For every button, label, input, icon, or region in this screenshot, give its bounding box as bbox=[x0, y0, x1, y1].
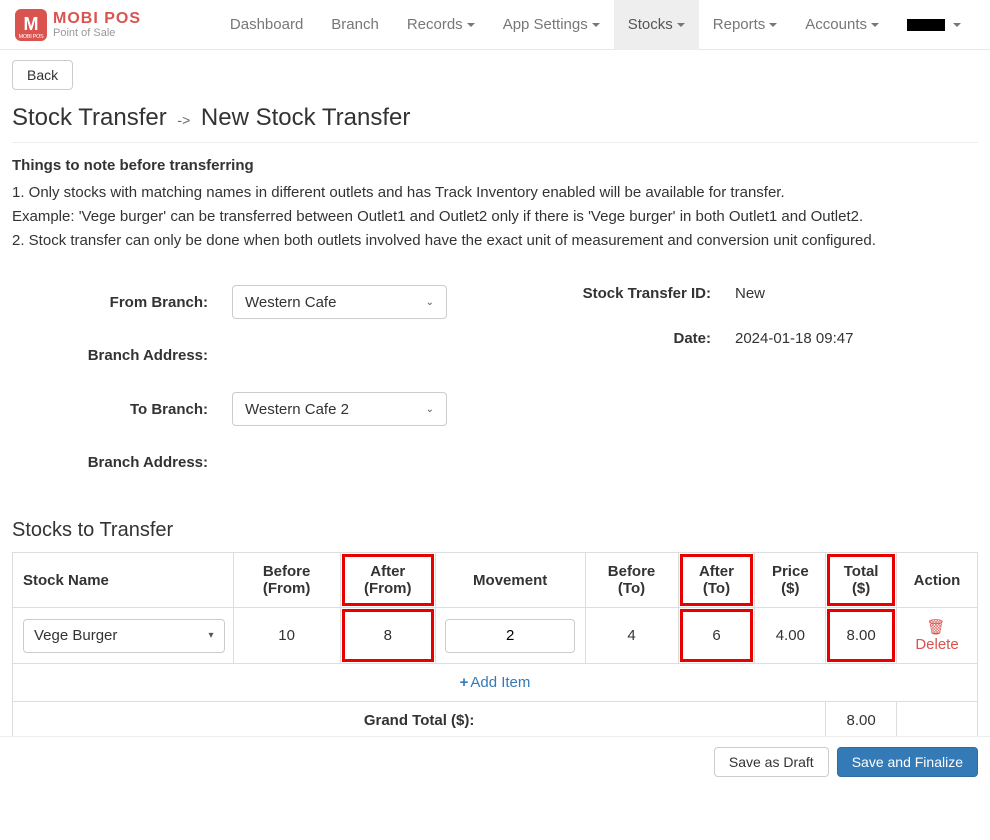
date-label: Date: bbox=[495, 330, 735, 347]
from-branch-label: From Branch: bbox=[12, 294, 232, 311]
breadcrumb[interactable]: Stock Transfer bbox=[12, 104, 167, 131]
to-branch-select[interactable]: Western Cafe 2 ⌄ bbox=[232, 392, 447, 426]
note-example: Example: 'Vege burger' can be transferre… bbox=[12, 206, 978, 227]
cell-total: 8.00 bbox=[826, 608, 897, 664]
chevron-down-icon bbox=[677, 23, 685, 27]
col-action: Action bbox=[897, 553, 978, 608]
back-button[interactable]: Back bbox=[12, 60, 73, 90]
plus-icon: + bbox=[460, 674, 469, 691]
logo[interactable]: M MOBI POS MOBI POS Point of Sale bbox=[15, 9, 141, 41]
grand-total-value: 8.00 bbox=[826, 702, 897, 740]
col-total: Total ($) bbox=[826, 553, 897, 608]
table-row: Vege Burger ▾ 10 8 4 6 4.00 8.00 🗑Delete bbox=[13, 608, 978, 664]
page-title: Stock Transfer -> New Stock Transfer bbox=[12, 104, 978, 132]
trash-icon: 🗑 bbox=[926, 619, 945, 636]
col-stock-name: Stock Name bbox=[13, 553, 234, 608]
nav-reports[interactable]: Reports bbox=[699, 0, 792, 50]
chevron-down-icon bbox=[769, 23, 777, 27]
note-line-2: 2. Stock transfer can only be done when … bbox=[12, 230, 978, 251]
footer-actions: Save as Draft Save and Finalize bbox=[0, 736, 990, 787]
brand-tagline: Point of Sale bbox=[53, 27, 141, 39]
divider bbox=[12, 142, 978, 143]
from-branch-address-label: Branch Address: bbox=[12, 347, 232, 364]
nav-stocks[interactable]: Stocks bbox=[614, 0, 699, 50]
stock-name-select[interactable]: Vege Burger ▾ bbox=[23, 619, 225, 653]
save-draft-button[interactable]: Save as Draft bbox=[714, 747, 829, 777]
cell-after-from: 8 bbox=[340, 608, 435, 664]
col-before-to: Before (To) bbox=[585, 553, 678, 608]
cell-before-to: 4 bbox=[585, 608, 678, 664]
nav-records[interactable]: Records bbox=[393, 0, 489, 50]
cell-price: 4.00 bbox=[755, 608, 826, 664]
chevron-down-icon bbox=[953, 23, 961, 27]
col-price: Price ($) bbox=[755, 553, 826, 608]
user-name-redacted bbox=[907, 19, 945, 31]
brand-name: MOBI POS bbox=[53, 10, 141, 28]
movement-input[interactable] bbox=[445, 619, 575, 653]
nav: Dashboard Branch Records App Settings St… bbox=[216, 0, 975, 49]
to-branch-label: To Branch: bbox=[12, 401, 232, 418]
chevron-down-icon bbox=[467, 23, 475, 27]
notes-block: Things to note before transferring 1. On… bbox=[12, 157, 978, 251]
save-finalize-button[interactable]: Save and Finalize bbox=[837, 747, 978, 777]
stocks-section-title: Stocks to Transfer bbox=[12, 519, 978, 542]
stocks-table: Stock Name Before (From) After (From) Mo… bbox=[12, 552, 978, 740]
nav-app-settings[interactable]: App Settings bbox=[489, 0, 614, 50]
transfer-id-value: New bbox=[735, 285, 765, 302]
grand-total-label: Grand Total ($): bbox=[13, 702, 826, 740]
col-movement: Movement bbox=[435, 553, 585, 608]
date-value: 2024-01-18 09:47 bbox=[735, 330, 853, 347]
to-branch-address-label: Branch Address: bbox=[12, 454, 232, 471]
col-before-from: Before (From) bbox=[233, 553, 340, 608]
chevron-down-icon bbox=[592, 23, 600, 27]
chevron-down-icon bbox=[871, 23, 879, 27]
navbar: M MOBI POS MOBI POS Point of Sale Dashbo… bbox=[0, 0, 990, 50]
cell-after-to: 6 bbox=[678, 608, 755, 664]
delete-button[interactable]: 🗑Delete bbox=[915, 619, 958, 653]
from-branch-select[interactable]: Western Cafe ⌄ bbox=[232, 285, 447, 319]
note-line-1: 1. Only stocks with matching names in di… bbox=[12, 182, 978, 203]
col-after-from: After (From) bbox=[340, 553, 435, 608]
logo-icon: M MOBI POS bbox=[15, 9, 47, 41]
cell-before-from: 10 bbox=[233, 608, 340, 664]
nav-branch[interactable]: Branch bbox=[317, 0, 393, 50]
notes-heading: Things to note before transferring bbox=[12, 157, 978, 174]
nav-accounts[interactable]: Accounts bbox=[791, 0, 893, 50]
chevron-down-icon: ⌄ bbox=[426, 297, 434, 308]
transfer-id-label: Stock Transfer ID: bbox=[495, 285, 735, 302]
nav-user-menu[interactable] bbox=[893, 0, 975, 50]
add-item-button[interactable]: +Add Item bbox=[460, 674, 531, 691]
chevron-down-icon: ▾ bbox=[208, 630, 213, 641]
chevron-down-icon: ⌄ bbox=[426, 404, 434, 415]
col-after-to: After (To) bbox=[678, 553, 755, 608]
nav-dashboard[interactable]: Dashboard bbox=[216, 0, 317, 50]
